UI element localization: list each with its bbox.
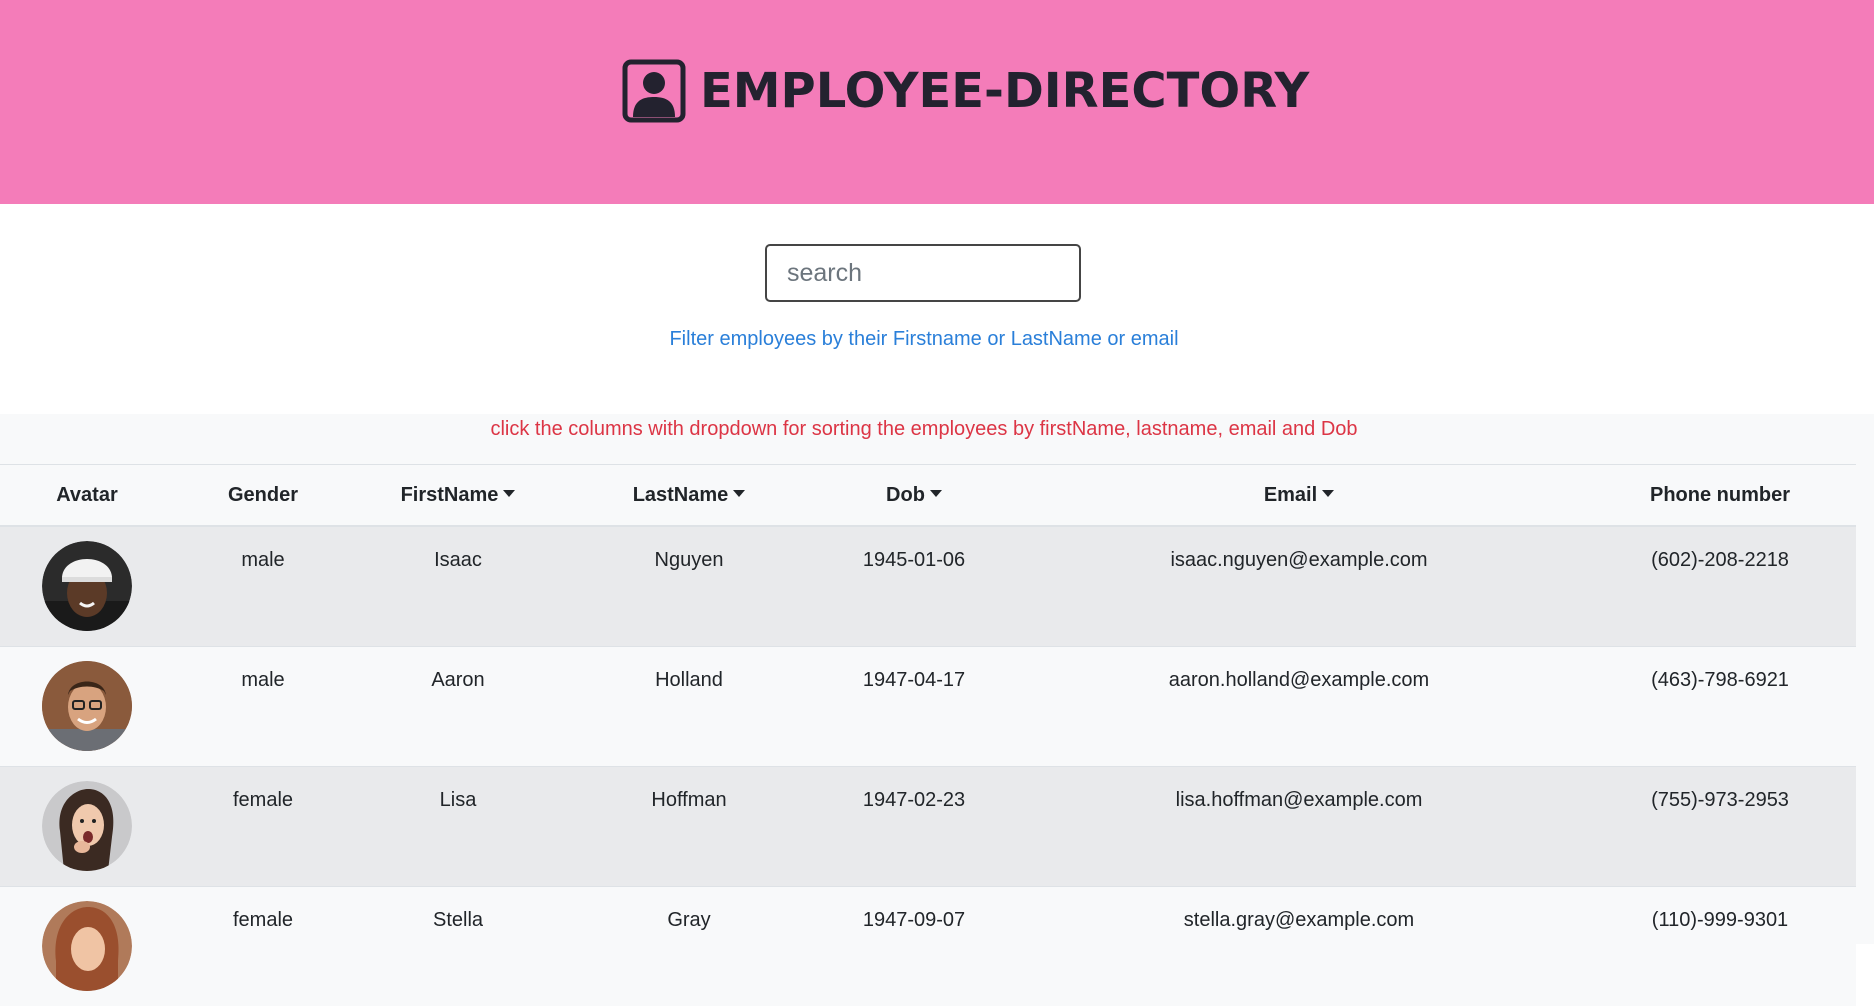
cell-firstname: Stella (352, 885, 564, 1006)
avatar-cell (0, 645, 174, 766)
cell-email: isaac.nguyen@example.com (1014, 525, 1584, 646)
sort-dob-header[interactable]: Dob (814, 464, 1014, 527)
employee-table: Avatar Gender FirstName LastName Dob Ema… (0, 464, 1856, 1006)
column-header-label: FirstName (400, 483, 499, 506)
cell-dob: 1947-04-17 (814, 645, 1014, 766)
app-title-group: EMPLOYEE-DIRECTORY (622, 56, 1309, 126)
column-header-phone: Phone number (1584, 464, 1856, 527)
cell-phone: (463)-798-6921 (1584, 645, 1856, 766)
search-input[interactable] (765, 244, 1081, 302)
cell-phone: (602)-208-2218 (1584, 525, 1856, 646)
column-header-gender: Gender (174, 464, 352, 527)
cell-email: lisa.hoffman@example.com (1014, 765, 1584, 886)
column-header-label: Phone number (1649, 483, 1790, 506)
page-title: EMPLOYEE-DIRECTORY (700, 63, 1310, 119)
cell-dob: 1947-09-07 (814, 885, 1014, 1006)
user-portrait-icon (622, 59, 686, 123)
caret-down-icon (929, 489, 942, 497)
sort-firstname-header[interactable]: FirstName (352, 464, 564, 527)
avatar-cell (0, 765, 174, 886)
cell-lastname: Hoffman (564, 765, 814, 886)
table-row: male Aaron Holland 1947-04-17 aaron.holl… (0, 645, 1856, 766)
search-hint: Filter employees by their Firstname or L… (669, 328, 1179, 350)
caret-down-icon (733, 489, 746, 497)
column-header-label: Dob (886, 483, 925, 506)
table-header-row: Avatar Gender FirstName LastName Dob Ema… (0, 464, 1856, 527)
sort-lastname-header[interactable]: LastName (564, 464, 814, 527)
cell-dob: 1947-02-23 (814, 765, 1014, 886)
table-row: female Lisa Hoffman 1947-02-23 lisa.hoff… (0, 765, 1856, 886)
avatar-cell (0, 525, 174, 646)
cell-gender: female (174, 885, 352, 1006)
avatar (42, 780, 132, 871)
cell-email: aaron.holland@example.com (1014, 645, 1584, 766)
table-row: female Stella Gray 1947-09-07 stella.gra… (0, 885, 1856, 1006)
sort-instructions: click the columns with dropdown for sort… (490, 418, 1358, 440)
column-header-avatar: Avatar (0, 464, 174, 527)
avatar (42, 541, 132, 631)
cell-lastname: Holland (564, 645, 814, 766)
cell-gender: male (174, 645, 352, 766)
cell-email: stella.gray@example.com (1014, 885, 1584, 1006)
table-row: male Isaac Nguyen 1945-01-06 isaac.nguye… (0, 525, 1856, 646)
cell-gender: female (174, 765, 352, 886)
cell-firstname: Lisa (352, 765, 564, 886)
column-header-label: Email (1263, 483, 1318, 506)
avatar (42, 660, 132, 751)
cell-dob: 1945-01-06 (814, 525, 1014, 646)
cell-gender: male (174, 525, 352, 646)
cell-lastname: Nguyen (564, 525, 814, 646)
avatar (42, 900, 132, 991)
column-header-label: Avatar (56, 483, 118, 506)
avatar-cell (0, 885, 174, 1006)
cell-phone: (110)-999-9301 (1584, 885, 1856, 1006)
caret-down-icon (503, 489, 516, 497)
app-header: EMPLOYEE-DIRECTORY (0, 0, 1874, 204)
sort-email-header[interactable]: Email (1014, 464, 1584, 527)
cell-phone: (755)-973-2953 (1584, 765, 1856, 886)
cell-firstname: Isaac (352, 525, 564, 646)
cell-lastname: Gray (564, 885, 814, 1006)
caret-down-icon (1322, 489, 1335, 497)
cell-firstname: Aaron (352, 645, 564, 766)
column-header-label: LastName (632, 483, 729, 506)
column-header-label: Gender (227, 483, 299, 506)
